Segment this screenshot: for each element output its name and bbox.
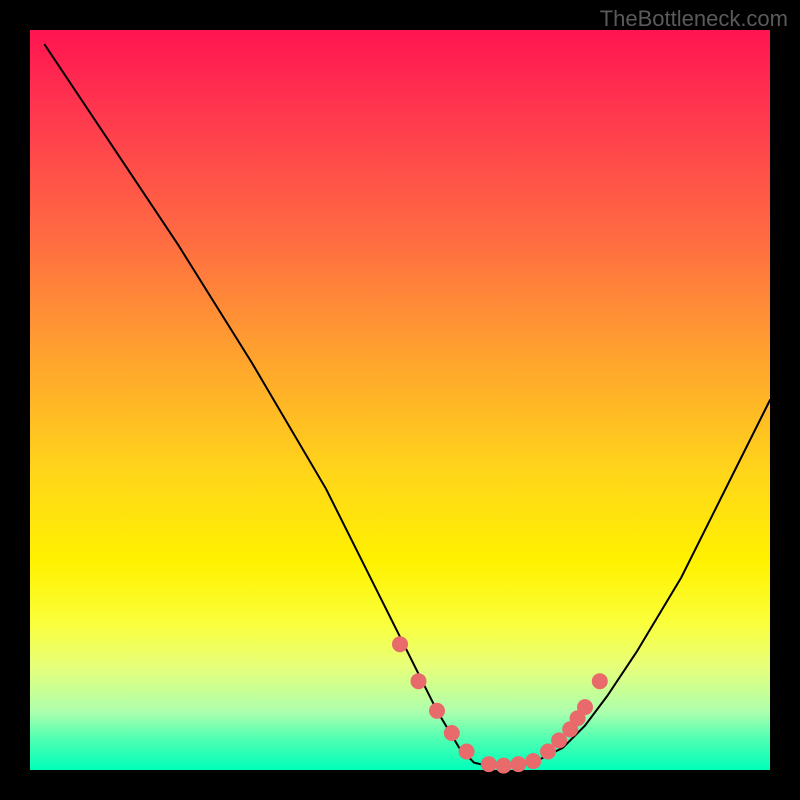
bottleneck-curve <box>45 45 770 767</box>
marker-point <box>429 703 445 719</box>
watermark-text: TheBottleneck.com <box>600 6 788 32</box>
marker-point <box>496 758 512 774</box>
marker-point <box>444 725 460 741</box>
marker-point <box>459 744 475 760</box>
marker-point <box>525 753 541 769</box>
marker-point <box>592 673 608 689</box>
marker-point <box>577 699 593 715</box>
highlight-markers <box>392 636 608 773</box>
marker-point <box>481 756 497 772</box>
marker-point <box>411 673 427 689</box>
chart-svg <box>30 30 770 770</box>
chart-plot-area <box>30 30 770 770</box>
marker-point <box>392 636 408 652</box>
marker-point <box>510 756 526 772</box>
